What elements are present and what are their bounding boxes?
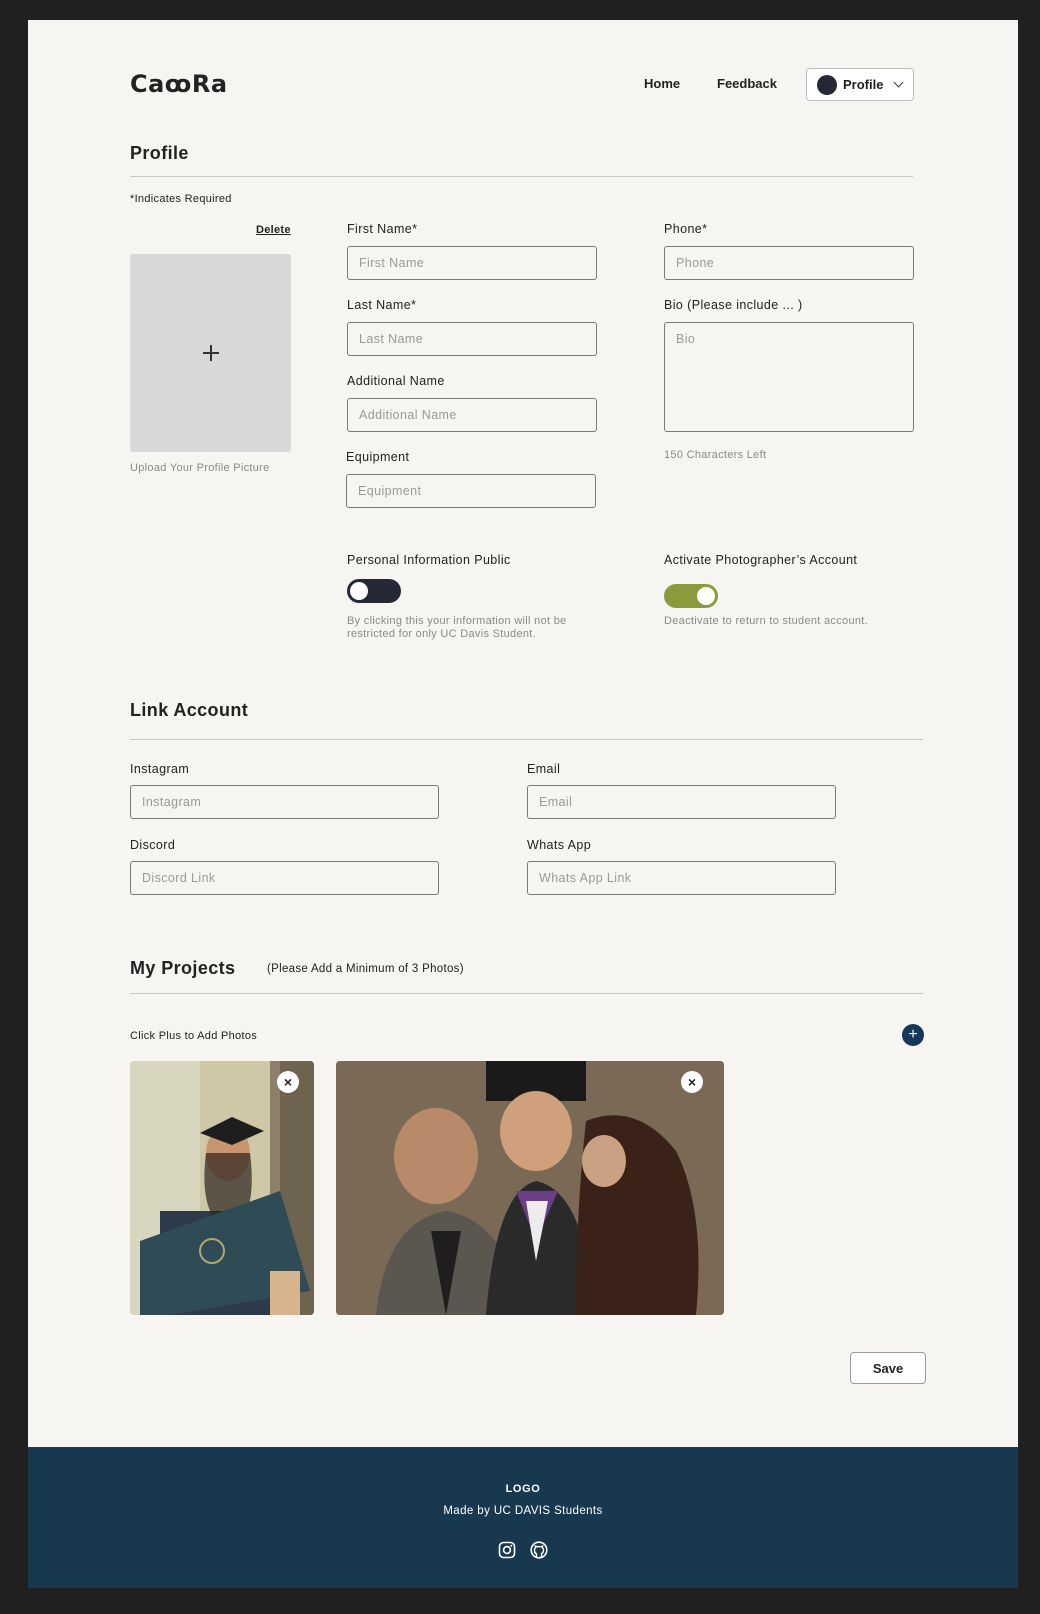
footer-logo: LOGO bbox=[505, 1483, 541, 1495]
profile-menu-button[interactable]: Profile bbox=[806, 68, 914, 101]
nav-feedback-link[interactable]: Feedback bbox=[717, 76, 777, 91]
additional-name-label: Additional Name bbox=[347, 374, 445, 388]
whatsapp-label: Whats App bbox=[527, 838, 592, 852]
projects-subtitle: (Please Add a Minimum of 3 Photos) bbox=[267, 963, 464, 975]
public-info-toggle[interactable] bbox=[347, 579, 401, 603]
projects-divider bbox=[130, 993, 923, 994]
project-photo[interactable]: × bbox=[336, 1061, 724, 1315]
footer: LOGO Made by UC DAVIS Students bbox=[28, 1447, 1018, 1588]
footer-credit: Made by UC DAVIS Students bbox=[443, 1505, 603, 1517]
first-name-input[interactable] bbox=[347, 246, 597, 280]
photographer-account-toggle[interactable] bbox=[664, 584, 718, 608]
email-label: Email bbox=[527, 762, 561, 776]
instagram-label: Instagram bbox=[130, 762, 190, 776]
additional-name-input[interactable] bbox=[347, 398, 597, 432]
photographer-account-hint: Deactivate to return to student account. bbox=[664, 615, 868, 627]
toggle-knob bbox=[350, 582, 368, 600]
profile-section-title: Profile bbox=[130, 143, 189, 163]
first-name-label: First Name* bbox=[347, 222, 418, 236]
public-info-hint: By clicking this your information will n… bbox=[347, 615, 567, 640]
chevron-down-icon bbox=[894, 77, 904, 88]
nav-home-link[interactable]: Home bbox=[644, 76, 680, 91]
graduate-photo-image bbox=[130, 1061, 314, 1315]
delete-photo-link[interactable]: Delete bbox=[256, 224, 291, 236]
bio-label: Bio (Please include ... ) bbox=[664, 298, 803, 312]
discord-input[interactable] bbox=[130, 861, 439, 895]
projects-title: My Projects bbox=[130, 958, 236, 978]
last-name-label: Last Name* bbox=[347, 298, 417, 312]
phone-input[interactable] bbox=[664, 246, 914, 280]
close-icon: × bbox=[687, 1074, 697, 1090]
link-account-title: Link Account bbox=[130, 700, 249, 720]
github-icon[interactable] bbox=[530, 1541, 548, 1564]
plus-icon: + bbox=[908, 1026, 918, 1043]
public-info-label: Personal Information Public bbox=[347, 553, 511, 567]
last-name-input[interactable] bbox=[347, 322, 597, 356]
profile-menu-label: Profile bbox=[843, 77, 884, 92]
instagram-input[interactable] bbox=[130, 785, 439, 819]
close-icon: × bbox=[283, 1074, 293, 1090]
app-logo[interactable]: CaꝏRa bbox=[130, 70, 228, 98]
email-input[interactable] bbox=[527, 785, 836, 819]
bio-character-counter: 150 Characters Left bbox=[664, 449, 767, 461]
profile-divider bbox=[130, 176, 913, 177]
upload-caption: Upload Your Profile Picture bbox=[130, 462, 270, 474]
bio-textarea[interactable] bbox=[664, 322, 914, 432]
profile-picture-upload[interactable] bbox=[130, 254, 291, 452]
link-account-divider bbox=[130, 739, 923, 740]
project-photo[interactable]: × bbox=[130, 1061, 314, 1315]
save-button[interactable]: Save bbox=[850, 1352, 926, 1384]
projects-instruction: Click Plus to Add Photos bbox=[130, 1030, 258, 1042]
required-note: *Indicates Required bbox=[130, 193, 232, 205]
remove-photo-button[interactable]: × bbox=[277, 1071, 299, 1093]
page-content: CaꝏRa Home Feedback Profile Profile *Ind… bbox=[28, 20, 1018, 1588]
remove-photo-button[interactable]: × bbox=[681, 1071, 703, 1093]
discord-label: Discord bbox=[130, 838, 176, 852]
whatsapp-input[interactable] bbox=[527, 861, 836, 895]
add-photo-button[interactable]: + bbox=[902, 1024, 924, 1046]
toggle-knob bbox=[697, 587, 715, 605]
equipment-input[interactable] bbox=[346, 474, 596, 508]
equipment-label: Equipment bbox=[346, 450, 410, 464]
phone-label: Phone* bbox=[664, 222, 708, 236]
photographer-account-label: Activate Photographer’s Account bbox=[664, 553, 858, 567]
family-photo-image bbox=[336, 1061, 724, 1315]
avatar bbox=[817, 74, 837, 95]
instagram-icon[interactable] bbox=[498, 1541, 516, 1564]
